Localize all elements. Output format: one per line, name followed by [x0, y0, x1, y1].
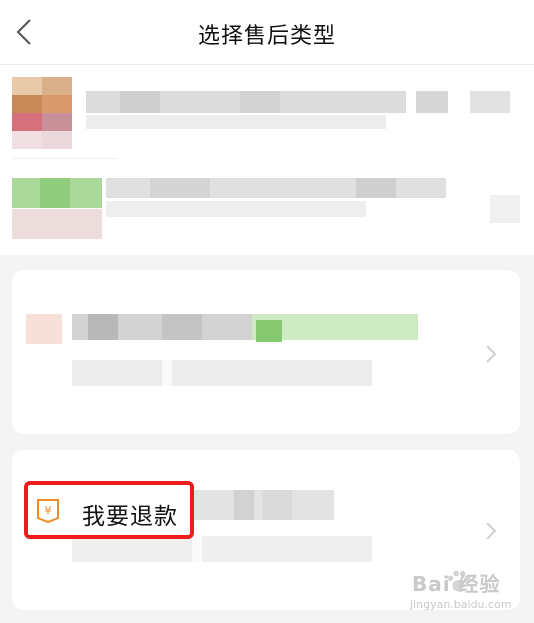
- chevron-right-icon: [486, 345, 497, 363]
- highlight-box: [24, 481, 194, 539]
- watermark: Bai 经验 jingyan.baidu.com: [388, 566, 528, 618]
- after-sale-option-card[interactable]: [12, 270, 520, 434]
- page-title: 选择售后类型: [197, 24, 336, 49]
- order-product-info: [0, 65, 534, 255]
- watermark-url: jingyan.baidu.com: [410, 598, 512, 611]
- product-thumbnail: [12, 77, 72, 149]
- watermark-text: Bai 经验: [412, 572, 501, 596]
- top-bar: 选择售后类型: [0, 0, 534, 65]
- chevron-right-icon: [486, 522, 497, 540]
